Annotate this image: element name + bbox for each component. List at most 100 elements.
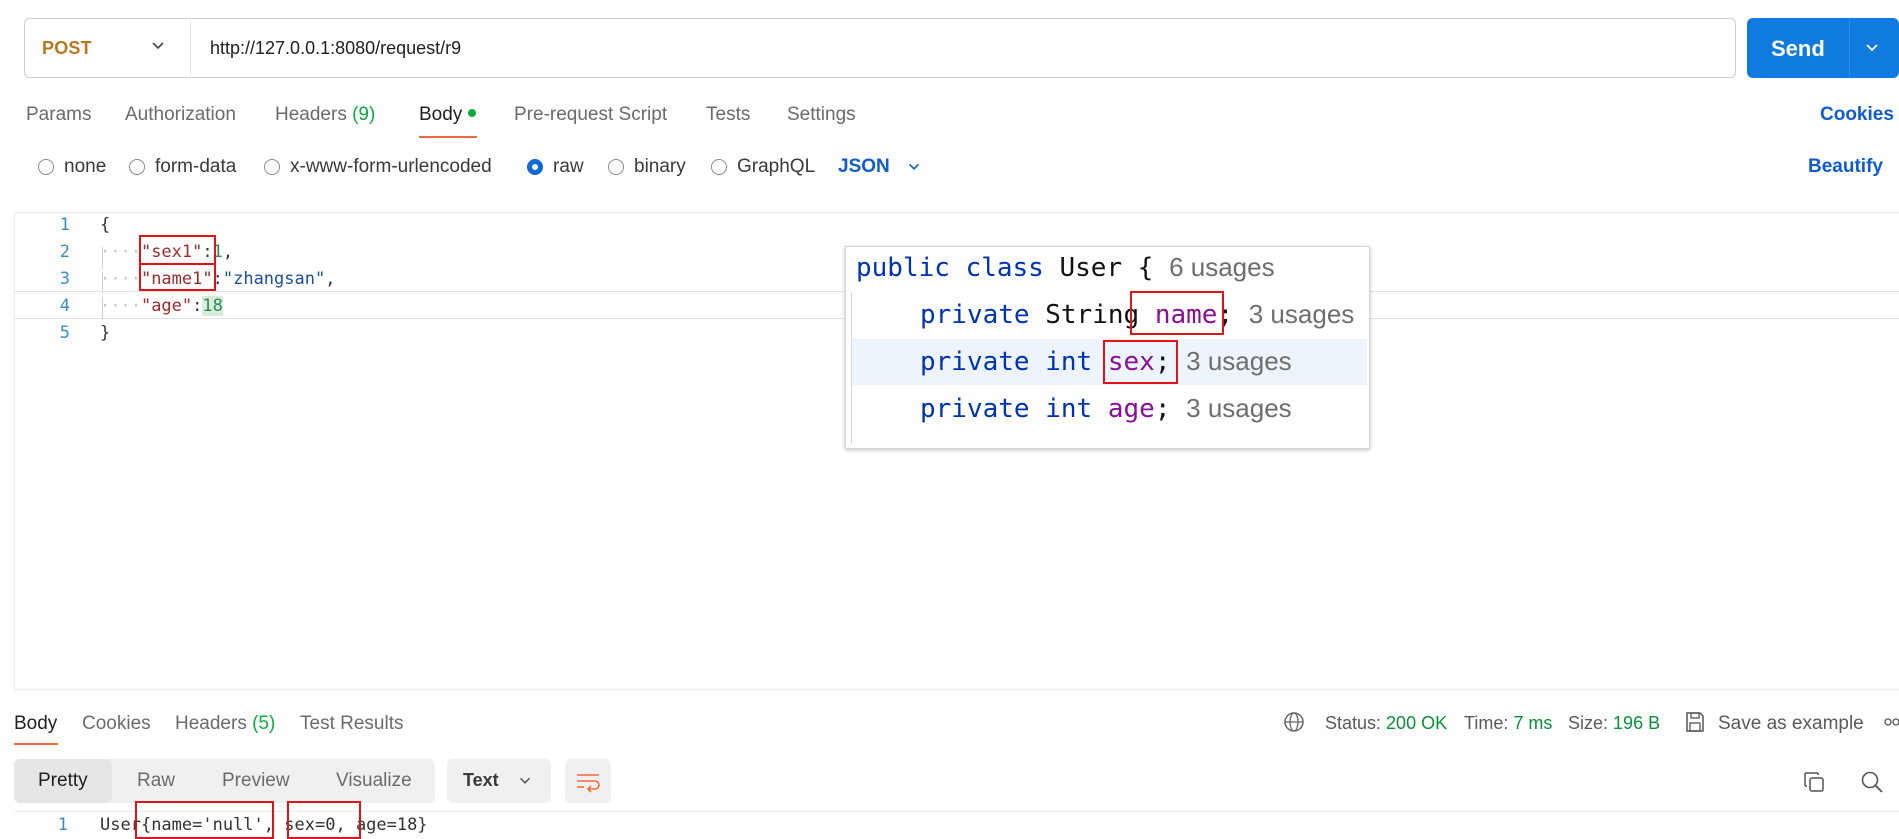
json-comma: ,: [325, 269, 336, 289]
line-number: 5: [59, 323, 70, 343]
whitespace-dots: ····: [100, 269, 141, 289]
size-label: Size:: [1568, 713, 1609, 733]
cookies-link[interactable]: Cookies: [1820, 104, 1894, 126]
radio-circle[interactable]: [129, 159, 145, 175]
size-info: Size: 196 B: [1568, 713, 1660, 734]
radio-graphql-label: GraphQL: [737, 156, 816, 177]
send-label[interactable]: Send: [1771, 36, 1825, 62]
response-tab-cookies[interactable]: Cookies: [82, 713, 151, 735]
radio-urlencoded[interactable]: x-www-form-urlencoded: [264, 156, 492, 178]
beautify-button[interactable]: Beautify: [1808, 156, 1883, 178]
radio-circle[interactable]: [608, 159, 624, 175]
tab-pre-request-script[interactable]: Pre-request Script: [514, 104, 667, 126]
keyword: private: [920, 300, 1030, 330]
response-tab-body[interactable]: Body: [14, 713, 57, 735]
annotation-box: [1130, 291, 1224, 335]
radio-urlencoded-label: x-www-form-urlencoded: [290, 156, 492, 177]
annotation-box: [139, 263, 216, 291]
radio-binary[interactable]: binary: [608, 156, 686, 178]
chevron-down-icon[interactable]: [905, 158, 923, 176]
annotation-box: [139, 235, 216, 265]
tab-headers-label: Headers: [275, 104, 347, 125]
search-icon[interactable]: [1860, 770, 1884, 794]
send-divider: [1849, 18, 1850, 78]
json-key: "age": [140, 296, 193, 316]
radio-form-data[interactable]: form-data: [129, 156, 236, 178]
response-tab-test-results[interactable]: Test Results: [300, 713, 403, 735]
popup-field-age-line: private int age; 3 usages: [920, 393, 1292, 424]
code-line-1: {: [100, 215, 111, 235]
radio-circle-checked[interactable]: [527, 159, 543, 175]
line-number: 1: [59, 215, 70, 235]
status-value: 200 OK: [1386, 713, 1448, 733]
tab-authorization[interactable]: Authorization: [125, 104, 236, 126]
usages-hint: 3 usages: [1186, 393, 1292, 423]
method-select[interactable]: POST: [42, 38, 92, 59]
more-options-icon[interactable]: [1883, 716, 1899, 728]
view-preview-button[interactable]: Preview: [222, 770, 290, 792]
line-number: 3: [59, 269, 70, 289]
radio-form-data-label: form-data: [155, 156, 237, 177]
annotation-box: [135, 801, 274, 839]
url-divider: [190, 20, 191, 76]
view-raw-button[interactable]: Raw: [137, 770, 175, 792]
radio-binary-label: binary: [634, 156, 686, 177]
popup-class-line: public class User { 6 usages: [856, 252, 1275, 283]
tab-headers[interactable]: Headers (9): [275, 104, 375, 126]
usages-hint: 3 usages: [1248, 299, 1355, 329]
json-value: 18: [202, 296, 223, 316]
chevron-down-icon[interactable]: [516, 772, 534, 790]
code-line-3: ····"name1":"zhangsan",: [100, 269, 335, 289]
url-input[interactable]: http://127.0.0.1:8080/request/r9: [210, 38, 461, 59]
wrap-lines-icon[interactable]: [575, 769, 601, 793]
annotation-box: [287, 801, 361, 839]
chevron-down-icon[interactable]: [148, 36, 168, 56]
keyword: private: [920, 394, 1030, 424]
body-modified-dot: [468, 108, 477, 117]
save-as-example-button[interactable]: Save as example: [1718, 713, 1864, 735]
tab-body-label: Body: [419, 104, 463, 125]
keyword: private: [920, 347, 1030, 377]
response-tab-headers[interactable]: Headers (5): [175, 713, 275, 735]
format-select[interactable]: JSON: [838, 156, 890, 178]
whitespace-dots: ····: [100, 242, 141, 262]
chevron-down-icon[interactable]: [1862, 38, 1882, 58]
active-tab-indicator: [419, 136, 477, 138]
active-tab-indicator: [14, 743, 58, 745]
radio-none[interactable]: none: [38, 156, 106, 178]
radio-circle[interactable]: [264, 159, 280, 175]
radio-raw[interactable]: raw: [527, 156, 584, 178]
globe-icon[interactable]: [1283, 711, 1305, 733]
view-visualize-button[interactable]: Visualize: [336, 770, 412, 792]
tab-settings[interactable]: Settings: [787, 104, 856, 126]
whitespace-dots: ····: [100, 296, 141, 316]
popup-indent-guide: [851, 292, 852, 444]
semicolon: ;: [1154, 394, 1171, 424]
json-value: "zhangsan": [222, 269, 326, 289]
time-value: 7 ms: [1513, 713, 1553, 733]
tab-tests[interactable]: Tests: [706, 104, 750, 126]
copy-icon[interactable]: [1802, 770, 1826, 794]
line-number: 2: [59, 242, 70, 262]
save-icon[interactable]: [1684, 710, 1706, 734]
time-info: Time: 7 ms: [1464, 713, 1552, 734]
response-headers-label: Headers: [175, 713, 247, 734]
keyword: public class: [856, 253, 1044, 283]
response-format-label[interactable]: Text: [463, 770, 499, 791]
code-line-5: }: [100, 323, 111, 343]
code-line-4: ····"age":18: [100, 296, 223, 316]
json-colon: :: [192, 296, 203, 316]
radio-circle[interactable]: [38, 159, 54, 175]
field-name: age: [1107, 394, 1155, 424]
radio-circle[interactable]: [711, 159, 727, 175]
type-name: int: [1045, 347, 1093, 377]
response-headers-count: (5): [252, 713, 276, 734]
type-name: int: [1045, 394, 1093, 424]
view-pretty-label[interactable]: Pretty: [38, 770, 88, 792]
tab-body[interactable]: Body: [419, 104, 477, 126]
usages-hint: 6 usages: [1169, 252, 1275, 282]
radio-graphql[interactable]: GraphQL: [711, 156, 815, 178]
tab-params[interactable]: Params: [26, 104, 91, 126]
usages-hint: 3 usages: [1186, 346, 1292, 376]
status-label: Status:: [1325, 713, 1382, 733]
